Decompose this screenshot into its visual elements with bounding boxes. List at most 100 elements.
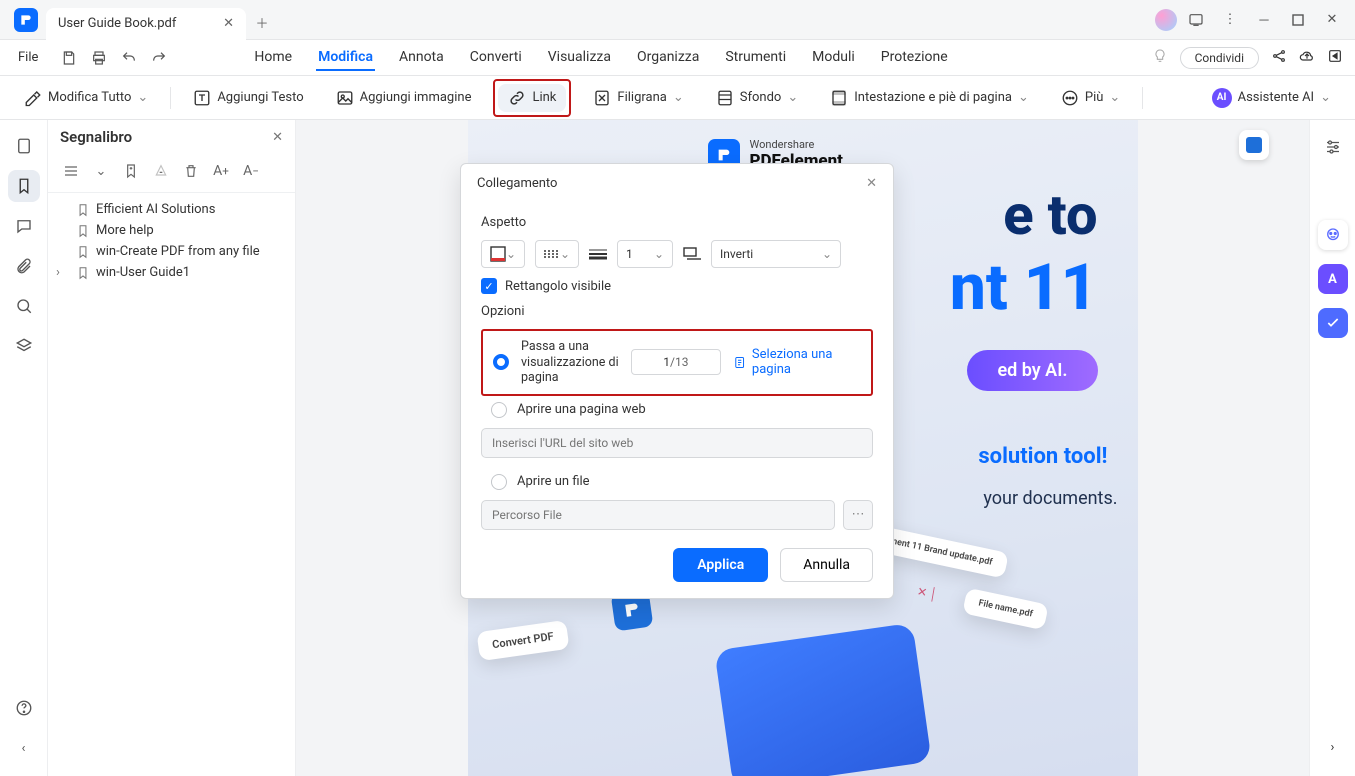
add-text-button[interactable]: Aggiungi Testo <box>183 84 313 112</box>
chevron-down-icon: ⌄ <box>137 90 148 105</box>
attachments-icon[interactable] <box>8 250 40 282</box>
add-image-button[interactable]: Aggiungi immagine <box>326 84 482 112</box>
open-url-radio[interactable] <box>491 402 507 418</box>
nav-tabs: Home Modifica Annota Converti Visualizza… <box>252 45 949 71</box>
tab-edit[interactable]: Modifica <box>316 45 375 71</box>
highlight-style-icon <box>683 245 701 263</box>
background-button[interactable]: Sfondo ⌄ <box>706 84 808 112</box>
feedback-icon[interactable] <box>1181 5 1211 35</box>
thickness-dropdown[interactable]: 1 ⌄ <box>617 240 673 268</box>
window-close-icon[interactable]: ✕ <box>1317 5 1347 35</box>
thumbnails-icon[interactable] <box>8 130 40 162</box>
checkmark-icon[interactable] <box>1318 308 1348 338</box>
chevron-down-icon: ⌄ <box>673 90 684 105</box>
undo-icon[interactable] <box>116 45 142 71</box>
bookmark-item[interactable]: More help <box>52 220 291 241</box>
tab-close-icon[interactable]: ✕ <box>213 16 234 31</box>
file-path-input[interactable] <box>481 500 835 530</box>
cloud-upload-icon[interactable] <box>1299 48 1315 68</box>
panel-close-icon[interactable]: ✕ <box>272 130 283 145</box>
bookmarks-icon[interactable] <box>8 170 40 202</box>
visible-rect-checkbox[interactable]: ✓ <box>481 278 497 294</box>
left-rail: ‹ <box>0 120 48 776</box>
send-icon[interactable] <box>1327 48 1343 68</box>
help-icon[interactable] <box>8 692 40 724</box>
tab-tools[interactable]: Strumenti <box>723 45 788 71</box>
page-select-icon <box>733 355 746 370</box>
tune-icon[interactable] <box>1318 132 1348 162</box>
tab-forms[interactable]: Moduli <box>810 45 857 71</box>
header-footer-button[interactable]: Intestazione e piè di pagina ⌄ <box>820 84 1039 112</box>
zoom-out-icon[interactable]: A− <box>238 158 264 184</box>
bookmark-tools: ⌄ A+ A− <box>48 154 295 193</box>
header-footer-icon <box>830 89 848 107</box>
cancel-button[interactable]: Annulla <box>780 548 873 582</box>
ribbon: Modifica Tutto ⌄ Aggiungi Testo Aggiungi… <box>0 76 1355 120</box>
new-tab-button[interactable]: ＋ <box>246 13 278 32</box>
add-bookmark-icon[interactable] <box>118 158 144 184</box>
tab-organize[interactable]: Organizza <box>635 45 701 71</box>
options-label: Opzioni <box>481 304 873 319</box>
chevron-right-icon[interactable]: › <box>56 265 60 280</box>
bookmark-icon <box>76 224 90 238</box>
link-highlight-annotation: Link <box>493 79 571 117</box>
dialog-title: Collegamento <box>477 176 557 191</box>
rename-icon[interactable] <box>148 158 174 184</box>
window-minimize-icon[interactable]: ─ <box>1249 5 1279 35</box>
convert-word-button[interactable] <box>1239 130 1269 160</box>
tab-protect[interactable]: Protezione <box>879 45 950 71</box>
page-number-input[interactable]: 1 /13 <box>631 349 720 375</box>
tab-convert[interactable]: Converti <box>468 45 524 71</box>
border-style-dropdown[interactable]: ⌄ <box>535 240 579 268</box>
ai-assistant-button[interactable]: AI Assistente AI ⌄ <box>1202 83 1341 113</box>
chevron-left-icon[interactable]: ‹ <box>8 732 40 764</box>
delete-icon[interactable] <box>178 158 204 184</box>
link-icon <box>508 89 526 107</box>
search-icon[interactable] <box>8 290 40 322</box>
window-maximize-icon[interactable] <box>1283 5 1313 35</box>
lightbulb-icon[interactable] <box>1152 48 1168 68</box>
bookmark-icon <box>76 245 90 259</box>
open-file-radio[interactable] <box>491 474 507 490</box>
highlight-mode-dropdown[interactable]: Inverti ⌄ <box>711 240 841 268</box>
share-button[interactable]: Condividi <box>1180 47 1259 69</box>
layers-icon[interactable] <box>8 330 40 362</box>
tab-annotate[interactable]: Annota <box>397 45 446 71</box>
tab-view[interactable]: Visualizza <box>546 45 613 71</box>
bookmark-item-expandable[interactable]: ›win-User Guide1 <box>52 262 291 283</box>
tab-home[interactable]: Home <box>252 45 294 71</box>
save-icon[interactable] <box>56 45 82 71</box>
link-button[interactable]: Link <box>498 84 566 112</box>
comments-icon[interactable] <box>8 210 40 242</box>
watermark-button[interactable]: Filigrana ⌄ <box>583 84 693 112</box>
chevron-right-icon[interactable]: › <box>1318 732 1348 762</box>
file-menu[interactable]: File <box>8 46 48 69</box>
translate-icon[interactable]: A <box>1318 264 1348 294</box>
browse-file-button[interactable]: ⋯ <box>843 500 873 530</box>
bookmark-item[interactable]: win-Create PDF from any file <box>52 241 291 262</box>
chevron-down-icon: ⌄ <box>506 247 516 261</box>
outdent-icon[interactable] <box>58 158 84 184</box>
apply-button[interactable]: Applica <box>673 548 768 582</box>
robot-icon[interactable] <box>1318 220 1348 250</box>
document-tab[interactable]: User Guide Book.pdf ✕ <box>46 8 246 40</box>
dialog-close-icon[interactable]: ✕ <box>866 176 877 191</box>
chevron-down-icon[interactable]: ⌄ <box>88 158 114 184</box>
zoom-in-icon[interactable]: A+ <box>208 158 234 184</box>
edit-all-button[interactable]: Modifica Tutto ⌄ <box>14 84 158 112</box>
goto-page-radio[interactable] <box>493 354 509 370</box>
select-page-button[interactable]: Seleziona una pagina <box>733 347 861 377</box>
border-color-dropdown[interactable]: ⌄ <box>481 240 525 268</box>
bookmark-item[interactable]: Efficient AI Solutions <box>52 199 291 220</box>
more-icon <box>1061 89 1079 107</box>
print-icon[interactable] <box>86 45 112 71</box>
kebab-menu-icon[interactable]: ⋮ <box>1215 5 1245 35</box>
share-graph-icon[interactable] <box>1271 48 1287 68</box>
more-button[interactable]: Più ⌄ <box>1051 84 1130 112</box>
url-input[interactable] <box>481 428 873 458</box>
redo-icon[interactable] <box>146 45 172 71</box>
app-logo <box>14 8 38 32</box>
user-avatar[interactable] <box>1155 9 1177 31</box>
chevron-down-icon: ⌄ <box>1109 90 1120 105</box>
chevron-down-icon: ⌄ <box>1018 90 1029 105</box>
